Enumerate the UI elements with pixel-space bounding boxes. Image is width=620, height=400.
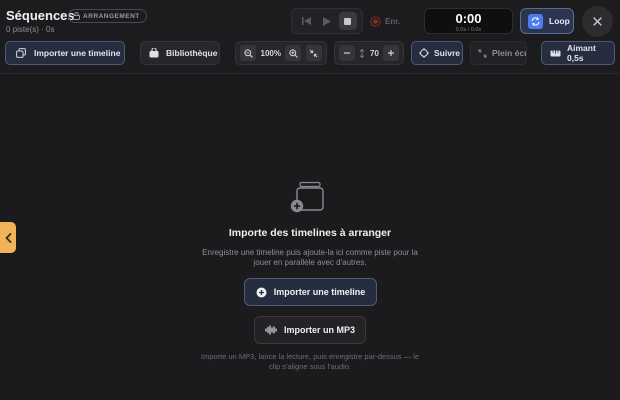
- zoom-out-button[interactable]: [240, 45, 256, 61]
- page-title: Séquences: [6, 8, 75, 23]
- empty-state-description: Enregistre une timeline puis ajoute-la i…: [202, 248, 418, 267]
- lock-icon: [73, 12, 80, 20]
- import-mp3-label: Importer un MP3: [283, 325, 355, 335]
- badge-label: ARRANGEMENT: [83, 12, 140, 20]
- skip-back-icon: [301, 17, 311, 25]
- fullscreen-button[interactable]: Plein écran: [470, 41, 527, 65]
- play-button[interactable]: [318, 12, 336, 30]
- stop-button[interactable]: [338, 12, 357, 30]
- library-label: Bibliothèque: [166, 48, 218, 58]
- fit-button[interactable]: [305, 45, 322, 61]
- zoom-out-icon: [243, 48, 253, 58]
- follow-button[interactable]: Suivre: [411, 41, 463, 65]
- add-stack-icon: [289, 181, 325, 213]
- top-bar: Séquences ARRANGEMENT 0 piste(s) · 0s En…: [0, 0, 620, 74]
- import-mp3-button[interactable]: Importer un MP3: [254, 316, 366, 344]
- audio-wave-icon: [265, 325, 277, 335]
- sort-icon: [359, 48, 365, 58]
- record-button[interactable]: Enr.: [370, 11, 400, 31]
- plus-icon: [388, 50, 394, 56]
- arrangement-badge: ARRANGEMENT: [68, 9, 147, 23]
- minus-icon: [344, 52, 350, 54]
- bag-icon: [149, 48, 159, 58]
- close-icon: [593, 17, 602, 26]
- record-icon: [370, 15, 381, 27]
- bpm-display: 70: [359, 48, 379, 58]
- skip-back-button[interactable]: [297, 12, 315, 30]
- play-icon: [322, 16, 331, 26]
- zoom-in-icon: [289, 48, 298, 58]
- time-display: 0:00 0.0s / 0.0s: [424, 8, 513, 34]
- magnet-label: Aimant 0,5s: [567, 43, 596, 63]
- zoom-in-button[interactable]: [285, 45, 302, 61]
- bpm-decrease-button[interactable]: [339, 45, 355, 61]
- bpm-increase-button[interactable]: [383, 45, 399, 61]
- expand-icon: [478, 49, 487, 58]
- close-button[interactable]: [582, 6, 613, 37]
- collapse-icon: [310, 49, 318, 57]
- empty-state-hint: Importe un MP3, lance la lecture, puis e…: [200, 352, 420, 371]
- follow-label: Suivre: [434, 48, 460, 58]
- crosshair-icon: [419, 48, 429, 58]
- timer-main: 0:00: [455, 11, 482, 26]
- loop-button[interactable]: Loop: [520, 8, 574, 34]
- timer-sub: 0.0s / 0.0s: [455, 27, 482, 33]
- zoom-control: 100%: [235, 41, 327, 65]
- loop-icon: [528, 13, 543, 29]
- transport-controls: [291, 8, 363, 34]
- bpm-control: 70: [334, 41, 404, 65]
- copy-icon: [16, 48, 26, 58]
- zoom-value: 100%: [260, 48, 281, 58]
- import-timeline-primary-label: Importer une timeline: [273, 287, 366, 297]
- import-timeline-label: Importer une timeline: [34, 48, 121, 58]
- magnet-button[interactable]: Aimant 0,5s: [541, 41, 615, 65]
- stop-icon: [344, 17, 352, 25]
- loop-label: Loop: [549, 16, 570, 26]
- fullscreen-label: Plein écran: [492, 48, 526, 58]
- plus-circle-icon: [256, 287, 267, 298]
- library-button[interactable]: Bibliothèque: [140, 41, 220, 65]
- empty-state-heading: Importe des timelines à arranger: [228, 227, 392, 239]
- import-timeline-button[interactable]: Importer une timeline: [5, 41, 125, 65]
- ruler-icon: [550, 50, 561, 57]
- bpm-value: 70: [370, 48, 379, 58]
- import-timeline-primary-button[interactable]: Importer une timeline: [244, 278, 377, 306]
- record-label: Enr.: [385, 16, 401, 26]
- track-summary: 0 piste(s) · 0s: [6, 25, 55, 34]
